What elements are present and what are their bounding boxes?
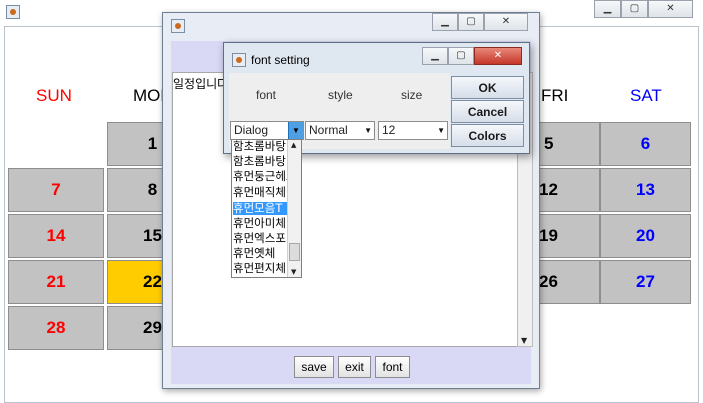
font-list-scrollbar[interactable]: ▲ ▼	[287, 140, 301, 277]
maximize-icon: ▢	[466, 16, 476, 27]
schedule-minimize-button[interactable]: ▁	[432, 13, 458, 31]
day-cell[interactable]: 13	[600, 168, 691, 212]
day-number: 21	[46, 272, 66, 291]
close-button[interactable]: ✕	[648, 0, 693, 18]
dialog-maximize-button[interactable]: ▢	[448, 47, 474, 65]
day-number: 5	[544, 134, 554, 153]
day-number: 28	[46, 318, 66, 337]
size-label: size	[401, 88, 423, 102]
java-cup-icon	[232, 53, 246, 67]
font-combo-value: Dialog	[234, 123, 269, 137]
scroll-thumb[interactable]	[289, 243, 300, 261]
font-option-selected[interactable]: 휴먼모음T	[233, 202, 287, 215]
java-cup-icon	[171, 19, 185, 33]
day-number: 8	[147, 180, 158, 199]
font-option[interactable]: 휴먼엑스포	[233, 232, 287, 245]
day-header-fri: FRI	[541, 86, 569, 105]
day-number: 26	[539, 272, 558, 291]
scroll-down-icon[interactable]: ▼	[521, 336, 527, 345]
size-combo-value: 12	[382, 123, 396, 137]
close-icon: ✕	[493, 50, 503, 61]
style-combo-value: Normal	[309, 123, 348, 137]
close-icon: ✕	[501, 16, 511, 27]
scroll-down-icon[interactable]: ▼	[291, 268, 296, 276]
day-number: 22	[143, 272, 162, 291]
day-number: 27	[636, 272, 655, 291]
close-icon: ✕	[666, 3, 675, 14]
font-option[interactable]: 함초롬바탕	[233, 155, 287, 168]
day-number: 6	[640, 134, 651, 153]
save-button[interactable]: save	[294, 356, 334, 378]
font-label: font	[256, 88, 277, 102]
day-number: 7	[51, 180, 61, 199]
day-cell[interactable]: 27	[600, 260, 691, 304]
font-option[interactable]: 휴먼아미체	[233, 217, 287, 230]
style-label: style	[328, 88, 353, 102]
minimize-icon: ▁	[431, 50, 439, 61]
schedule-maximize-button[interactable]: ▢	[458, 13, 484, 31]
maximize-icon: ▢	[629, 3, 640, 14]
font-button[interactable]: font	[375, 356, 410, 378]
minimize-icon: ▁	[441, 16, 449, 27]
maximize-icon: ▢	[456, 50, 466, 61]
chevron-down-icon[interactable]: ▼	[364, 122, 372, 139]
java-cup-icon	[6, 5, 20, 19]
dialog-close-button[interactable]: ✕	[474, 47, 522, 65]
chevron-down-icon[interactable]: ▼	[437, 122, 445, 139]
day-cell[interactable]: 6	[600, 122, 691, 166]
chevron-down-icon[interactable]: ▼	[288, 122, 303, 139]
day-cell[interactable]: 21	[8, 260, 104, 304]
size-combo[interactable]: 12 ▼	[378, 121, 448, 140]
font-option[interactable]: 휴먼매직체	[233, 186, 287, 199]
day-number: 20	[636, 226, 655, 245]
day-cell[interactable]: 7	[8, 168, 104, 212]
day-number: 1	[147, 134, 158, 153]
day-header-sun: SUN	[36, 86, 72, 105]
day-number: 29	[143, 318, 162, 337]
day-cell[interactable]: 14	[8, 214, 104, 258]
minimize-icon: ▁	[603, 3, 612, 14]
day-number: 12	[539, 180, 558, 199]
cancel-button[interactable]: Cancel	[451, 100, 524, 123]
maximize-button[interactable]: ▢	[621, 0, 648, 18]
dialog-minimize-button[interactable]: ▁	[422, 47, 448, 65]
font-combo[interactable]: Dialog ▼	[230, 121, 304, 140]
scroll-up-icon[interactable]: ▲	[291, 141, 296, 149]
dialog-title: font setting	[251, 53, 310, 67]
colors-button[interactable]: Colors	[451, 124, 524, 147]
font-option[interactable]: 휴먼둥근헤드라인	[233, 170, 287, 183]
day-cell[interactable]: 20	[600, 214, 691, 258]
day-number: 14	[46, 226, 66, 245]
ok-button[interactable]: OK	[451, 76, 524, 99]
schedule-close-button[interactable]: ✕	[484, 13, 528, 31]
minimize-button[interactable]: ▁	[594, 0, 621, 18]
day-cell[interactable]: 28	[8, 306, 104, 350]
font-option[interactable]: 휴먼편지체	[233, 262, 287, 275]
exit-button[interactable]: exit	[338, 356, 371, 378]
font-option[interactable]: 휴먼옛체	[233, 247, 287, 260]
schedule-text: 일정입니다	[173, 77, 229, 91]
day-number: 15	[143, 226, 162, 245]
day-number: 19	[539, 226, 558, 245]
day-header-sat: SAT	[630, 86, 662, 105]
font-option[interactable]: 함초롬바탕	[233, 140, 287, 153]
day-number: 13	[636, 180, 655, 199]
style-combo[interactable]: Normal ▼	[305, 121, 375, 140]
